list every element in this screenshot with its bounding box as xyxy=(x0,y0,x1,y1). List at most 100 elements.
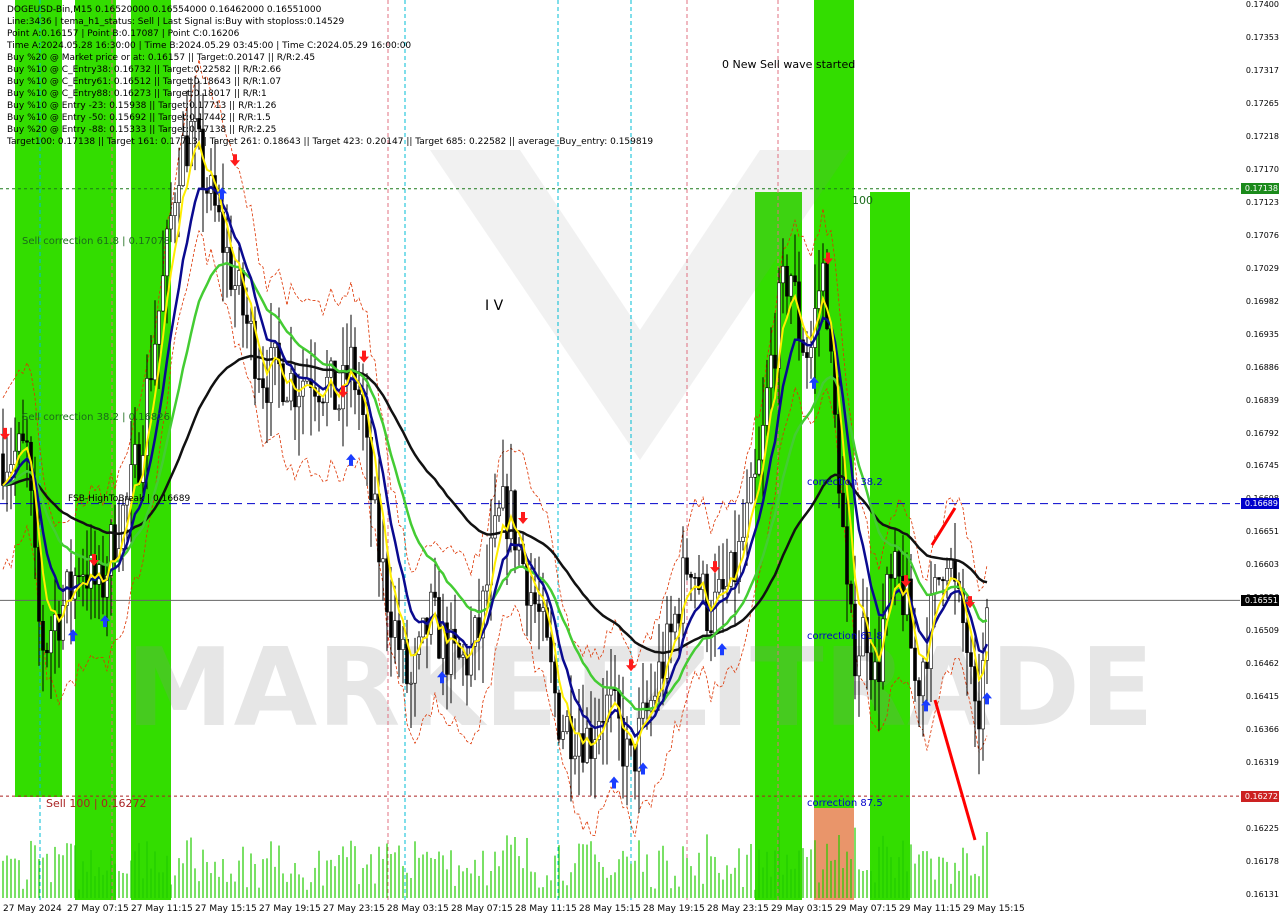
watermark: MARKETZITRADE xyxy=(126,150,1154,751)
candle-body xyxy=(913,647,917,681)
candle-body xyxy=(821,262,825,292)
time-tick: 28 May 07:15 xyxy=(451,904,513,914)
candle-body xyxy=(53,614,57,632)
candle-body xyxy=(709,630,713,634)
price-tick: 0.16982 xyxy=(1245,296,1279,306)
candle-body xyxy=(209,175,213,194)
candle-body xyxy=(561,731,565,740)
time-tick: 27 May 07:15 xyxy=(67,904,129,914)
candle-body xyxy=(9,464,13,473)
candle-body xyxy=(177,185,181,203)
candle-body xyxy=(845,526,849,585)
time-tick: 28 May 03:15 xyxy=(387,904,449,914)
candle-body xyxy=(789,275,793,297)
candle-body xyxy=(753,473,757,478)
price-tick: 0.17353 xyxy=(1245,32,1279,42)
sell-arrow-icon xyxy=(230,154,240,167)
candle-body xyxy=(669,623,673,633)
price-tick: 0.16886 xyxy=(1245,362,1279,372)
candle-body xyxy=(641,702,645,719)
candle-body xyxy=(693,577,697,579)
candle-body xyxy=(501,486,505,509)
candle-body xyxy=(373,493,377,501)
signal-zone xyxy=(814,0,854,900)
price-tick: 0.16225 xyxy=(1245,824,1279,834)
candle-body xyxy=(269,347,273,403)
info-line: Buy %10 @ C_Entry61: 0.16512 || Target:0… xyxy=(7,77,282,87)
signal-zone xyxy=(870,192,910,900)
candle-body xyxy=(393,620,397,638)
candle-body xyxy=(977,700,981,730)
time-tick: 28 May 15:15 xyxy=(579,904,641,914)
info-line: Buy %10 @ C_Entry88: 0.16273 || Target:0… xyxy=(7,89,267,99)
candle-body xyxy=(357,389,361,395)
candle-body xyxy=(857,655,861,677)
time-tick: 28 May 23:15 xyxy=(707,904,769,914)
correction-618-label: correction 61.8 xyxy=(807,631,883,642)
candle-body xyxy=(817,290,821,309)
price-tick: 0.17029 xyxy=(1245,263,1279,273)
sell-100-label: Sell 100 | 0.16272 xyxy=(46,797,147,810)
time-tick: 29 May 15:15 xyxy=(963,904,1025,914)
candle-body xyxy=(173,202,177,216)
candle-body xyxy=(969,652,973,667)
candle-body xyxy=(45,649,49,654)
candle-body xyxy=(233,285,237,290)
candle-body xyxy=(249,320,253,324)
candle-body xyxy=(933,577,937,595)
candle-body xyxy=(769,354,773,389)
candle-body xyxy=(841,492,845,527)
price-tick: 0.17170 xyxy=(1245,164,1279,174)
trend-line-upper xyxy=(930,507,957,546)
price-tick: 0.17123 xyxy=(1245,197,1279,207)
price-tick: 0.16415 xyxy=(1245,692,1279,702)
price-tick: 0.16935 xyxy=(1245,329,1279,339)
candle-body xyxy=(321,401,325,404)
candle-body xyxy=(653,695,657,701)
info-line: Buy %10 @ Entry -50: 0.15692 || Target:0… xyxy=(7,113,271,123)
time-tick: 27 May 11:15 xyxy=(131,904,193,914)
info-line: Buy %10 @ Entry -23: 0.15938 || Target:0… xyxy=(7,101,277,111)
candle-body xyxy=(77,575,81,577)
candle-body xyxy=(337,408,341,411)
sell-correction-382-label: Sell correction 38.2 | 0.16826 xyxy=(22,412,171,423)
candle-body xyxy=(149,378,153,381)
info-line: Buy %20 @ Market price or at: 0.16157 ||… xyxy=(7,53,316,63)
price-badge: 0.17138 xyxy=(1241,183,1279,195)
candle-body xyxy=(873,661,877,681)
candle-body xyxy=(133,444,137,465)
candle-body xyxy=(773,354,777,369)
candle-body xyxy=(749,476,753,504)
time-axis: 27 May 2024 27 May 07:15 27 May 11:15 27 Ma… xyxy=(0,900,1240,920)
candle-body xyxy=(533,592,537,605)
price-badge: 0.16272 xyxy=(1241,790,1279,802)
candle-body xyxy=(513,490,517,551)
correction-382-label: correction 38.2 xyxy=(807,477,883,488)
time-tick: 29 May 07:15 xyxy=(835,904,897,914)
candle-body xyxy=(965,622,969,653)
info-panel: DOGEUSD-Bin,M15 0.16520000 0.16554000 0.… xyxy=(7,4,653,148)
info-line: Point A:0.16157 | Point B:0.17087 | Poin… xyxy=(7,29,240,39)
candle-body xyxy=(529,592,533,606)
time-tick: 27 May 19:15 xyxy=(259,904,321,914)
candle-body xyxy=(285,400,289,403)
info-line: DOGEUSD-Bin,M15 0.16520000 0.16554000 0.… xyxy=(7,5,322,15)
candle-body xyxy=(81,574,85,577)
candle-body xyxy=(673,613,677,633)
candle-body xyxy=(161,275,165,312)
time-tick: 27 May 15:15 xyxy=(195,904,257,914)
candle-body xyxy=(889,574,893,579)
candle-body xyxy=(937,577,941,580)
candle-body xyxy=(717,579,721,593)
candle-body xyxy=(565,716,569,732)
candle-body xyxy=(949,559,953,569)
candle-body xyxy=(157,310,161,345)
candle-body xyxy=(389,611,393,638)
candle-body xyxy=(897,551,901,577)
candle-body xyxy=(289,373,293,402)
candle-body xyxy=(69,571,73,600)
correction-875-label: correction 87.5 xyxy=(807,798,883,809)
time-tick: 27 May 23:15 xyxy=(323,904,385,914)
candle-body xyxy=(781,265,785,284)
candle-body xyxy=(413,654,417,684)
